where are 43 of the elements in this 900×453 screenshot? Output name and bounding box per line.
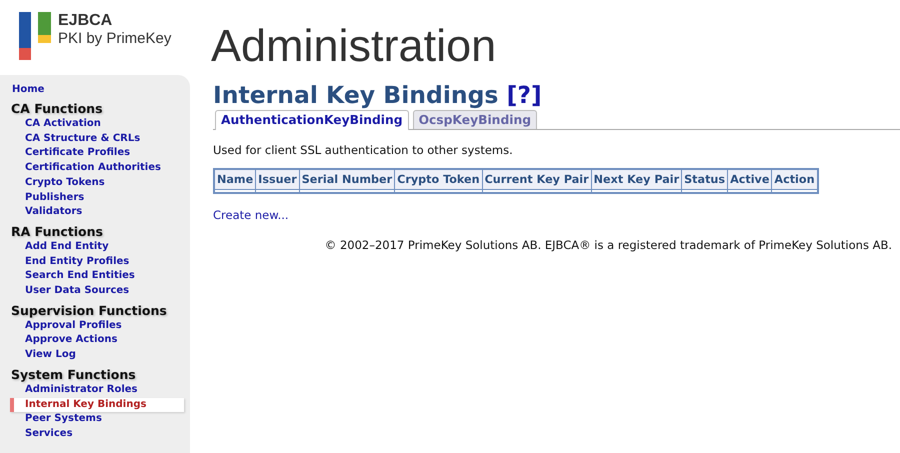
home-link[interactable]: Home bbox=[0, 83, 190, 97]
sidebar-item[interactable]: Publishers bbox=[0, 190, 184, 206]
sidebar-item[interactable]: Internal Key Bindings bbox=[10, 398, 184, 412]
column-header: Serial Number bbox=[299, 169, 395, 190]
sidebar-item[interactable]: Validators bbox=[0, 205, 184, 220]
column-header: Current Key Pair bbox=[482, 169, 592, 190]
logo-title: EJBCA bbox=[58, 12, 114, 30]
sidebar-item[interactable]: View Log bbox=[0, 348, 184, 363]
tab[interactable]: OcspKeyBinding bbox=[412, 110, 538, 129]
sidebar-item[interactable]: CA Activation bbox=[0, 117, 184, 132]
sidebar-item[interactable]: Add End Entity bbox=[0, 240, 184, 255]
section-heading: Internal Key Bindings bbox=[213, 81, 498, 109]
sidebar-item[interactable]: Approval Profiles bbox=[0, 318, 184, 334]
sidebar-item[interactable]: Crypto Tokens bbox=[0, 176, 184, 191]
column-header: Next Key Pair bbox=[591, 169, 682, 190]
sidebar-section-title: System Functions bbox=[10, 366, 137, 383]
sidebar-item[interactable]: Administrator Roles bbox=[0, 382, 184, 398]
column-header: Status bbox=[682, 169, 728, 190]
sidebar-item[interactable]: Search End Entities bbox=[0, 269, 184, 284]
sidebar-item[interactable]: User Data Sources bbox=[0, 284, 184, 299]
sidebar-section-title: CA Functions bbox=[10, 101, 104, 117]
description: Used for client SSL authentication to other systems. bbox=[213, 143, 514, 157]
create-new-link[interactable]: Create new... bbox=[213, 208, 900, 222]
sidebar-item[interactable]: Peer Systems bbox=[0, 412, 184, 427]
sidebar-section-title: Supervision Functions bbox=[10, 302, 168, 319]
sidebar-item[interactable]: Certification Authorities bbox=[0, 161, 184, 176]
sidebar-item[interactable]: CA Structure & CRLs bbox=[0, 132, 184, 146]
sidebar-item[interactable]: Certificate Profiles bbox=[0, 146, 184, 162]
column-header: Active bbox=[728, 169, 772, 190]
sidebar-item[interactable]: Services bbox=[0, 426, 184, 442]
column-header: Issuer bbox=[256, 169, 300, 190]
logo-subtitle: PKI by PrimeKey bbox=[58, 30, 172, 48]
column-header: Action bbox=[772, 169, 818, 190]
sidebar-section-title: RA Functions bbox=[10, 224, 104, 240]
column-header: Crypto Token bbox=[394, 169, 482, 190]
column-header: Name bbox=[214, 169, 256, 190]
logo-icon bbox=[19, 12, 51, 60]
footer-text: © 2002–2017 PrimeKey Solutions AB. EJBCA® is a registered trademark of PrimeKey Solutions AB. bbox=[324, 238, 893, 252]
help-link[interactable]: [?] bbox=[506, 81, 542, 109]
sidebar-item[interactable]: Approve Actions bbox=[0, 333, 184, 348]
sidebar-item[interactable]: End Entity Profiles bbox=[0, 254, 184, 270]
tab[interactable]: AuthenticationKeyBinding bbox=[215, 110, 409, 130]
page-title: Administration bbox=[211, 20, 496, 73]
